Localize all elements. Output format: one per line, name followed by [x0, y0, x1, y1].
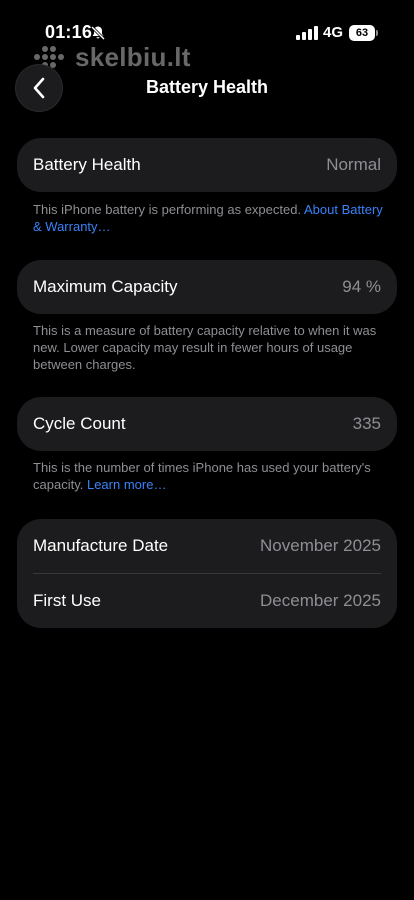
- battery-health-label: Battery Health: [33, 155, 141, 174]
- cycle-count-footnote-text: This is the number of times iPhone has u…: [33, 460, 371, 492]
- maximum-capacity-row: Maximum Capacity 94 %: [17, 260, 397, 314]
- battery-health-row: Battery Health Normal: [17, 138, 397, 192]
- status-time: 01:16: [45, 22, 93, 42]
- battery-icon: 63: [349, 25, 379, 41]
- manufacture-date-row: Manufacture Date November 2025: [17, 519, 397, 573]
- battery-health-footnote: This iPhone battery is performing as exp…: [33, 201, 383, 235]
- learn-more-link[interactable]: Learn more…: [87, 477, 166, 492]
- battery-health-screen: 01:16 4G 63 skelbiu.lt Battery Health Ba…: [0, 0, 414, 900]
- watermark-text: skelbiu.lt: [75, 42, 191, 72]
- battery-health-footnote-text: This iPhone battery is performing as exp…: [33, 202, 302, 217]
- maximum-capacity-footnote-text: This is a measure of battery capacity re…: [33, 323, 377, 372]
- dates-card: Manufacture Date November 2025 First Use…: [17, 519, 397, 628]
- maximum-capacity-card: Maximum Capacity 94 %: [17, 260, 397, 314]
- maximum-capacity-footnote: This is a measure of battery capacity re…: [33, 322, 383, 373]
- battery-level: 63: [349, 25, 375, 41]
- first-use-label: First Use: [33, 591, 101, 610]
- cellular-signal-icon: [296, 26, 318, 40]
- cycle-count-row: Cycle Count 335: [17, 397, 397, 451]
- first-use-row: First Use December 2025: [17, 574, 397, 628]
- cycle-count-footnote: This is the number of times iPhone has u…: [33, 459, 383, 493]
- maximum-capacity-value: 94 %: [342, 277, 381, 296]
- network-type: 4G: [323, 24, 344, 41]
- bell-slash-icon: [90, 25, 106, 41]
- maximum-capacity-label: Maximum Capacity: [33, 277, 178, 296]
- cycle-count-card: Cycle Count 335: [17, 397, 397, 451]
- page-title: Battery Health: [145, 77, 269, 97]
- first-use-value: December 2025: [260, 591, 381, 610]
- battery-health-card: Battery Health Normal: [17, 138, 397, 192]
- manufacture-date-label: Manufacture Date: [33, 536, 169, 555]
- cycle-count-label: Cycle Count: [33, 414, 126, 433]
- battery-cap: [376, 30, 378, 36]
- battery-health-value: Normal: [326, 155, 381, 174]
- manufacture-date-value: November 2025: [260, 536, 381, 555]
- cycle-count-value: 335: [352, 414, 381, 433]
